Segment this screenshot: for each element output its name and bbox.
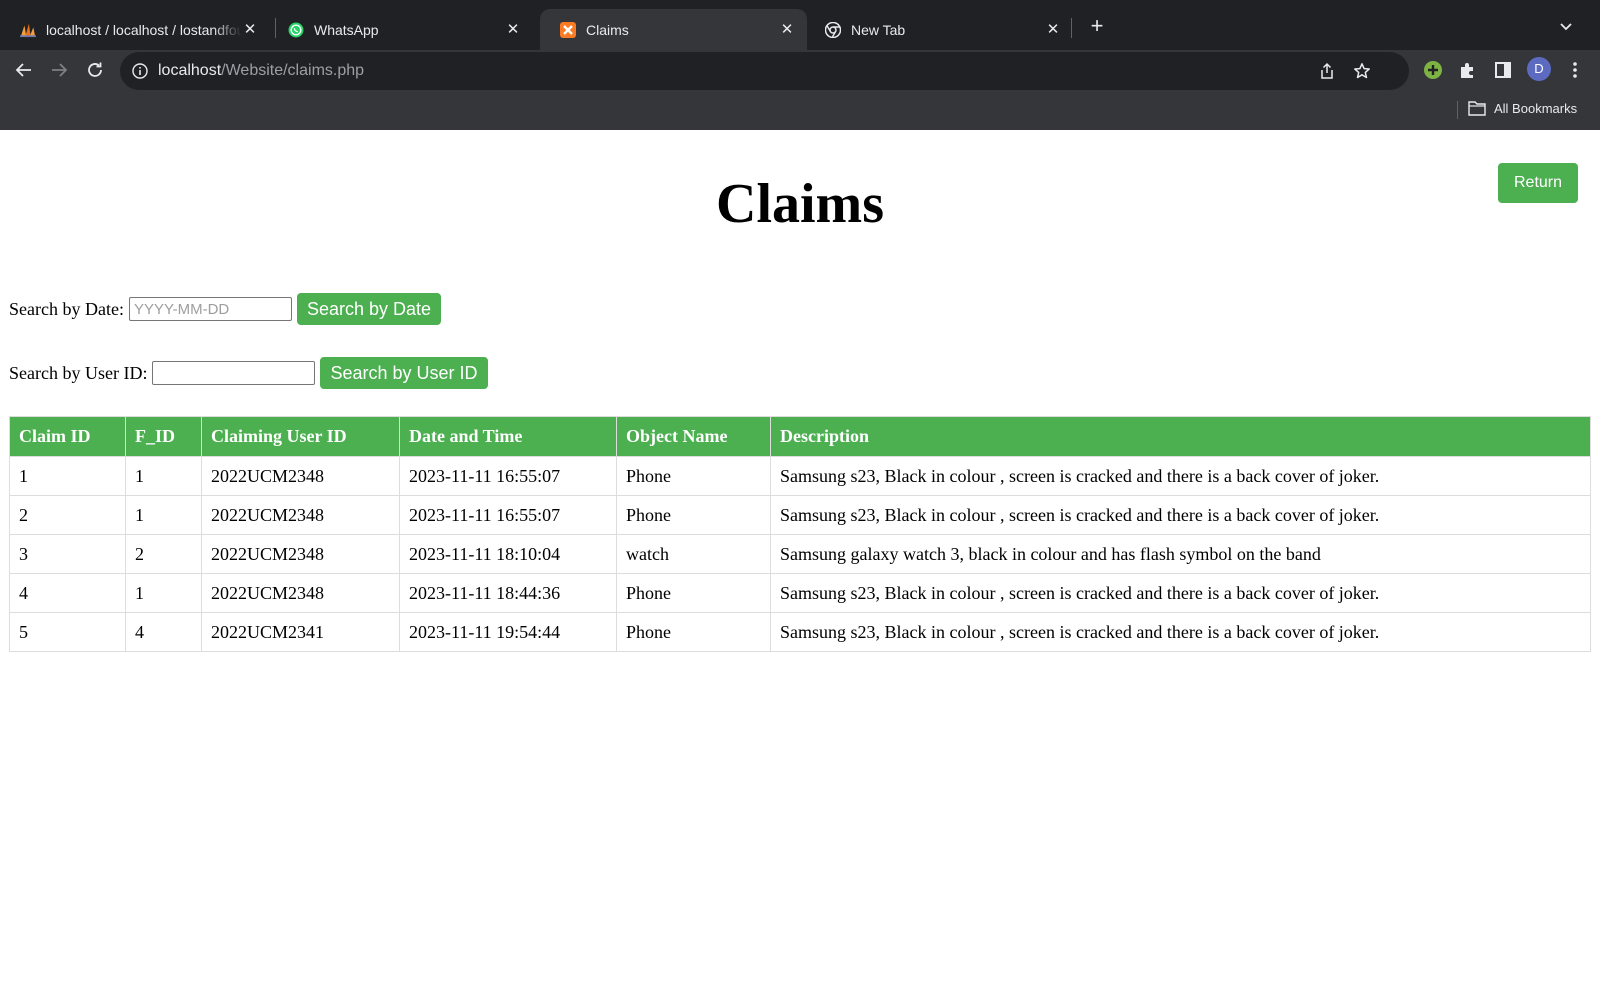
f-id-cell: 4 <box>125 612 202 652</box>
datetime-cell: 2023-11-11 16:55:07 <box>399 495 617 535</box>
bookmarks-bar: All Bookmarks <box>0 90 1600 130</box>
back-arrow-icon[interactable] <box>11 57 37 83</box>
claim-id-cell: 3 <box>9 534 126 574</box>
folder-icon <box>1468 101 1486 116</box>
address-bar[interactable]: localhost/Website/claims.php <box>120 52 1409 90</box>
side-panel-icon[interactable] <box>1493 60 1513 80</box>
bookmarks-separator <box>1457 101 1458 119</box>
close-tab-icon[interactable]: ✕ <box>242 21 258 38</box>
search-by-date-button[interactable]: Search by Date <box>296 293 442 325</box>
search-by-user-form: Search by User ID: Search by User ID <box>9 357 488 389</box>
claim-id-cell: 1 <box>9 456 126 496</box>
f-id-cell: 2 <box>125 534 202 574</box>
f-id-cell: 1 <box>125 495 202 535</box>
close-tab-icon[interactable]: ✕ <box>779 21 795 38</box>
url-text: localhost/Website/claims.php <box>158 62 364 80</box>
tab-new-tab[interactable]: New Tab ✕ <box>805 9 1073 50</box>
f-id-cell: 1 <box>125 456 202 496</box>
search-date-input[interactable] <box>128 297 292 321</box>
user-id-cell: 2022UCM2348 <box>201 534 400 574</box>
user-id-cell: 2022UCM2348 <box>201 495 400 535</box>
extension-green-icon[interactable] <box>1423 60 1443 80</box>
tab-separator <box>1071 18 1072 38</box>
bookmark-star-icon[interactable] <box>1353 62 1371 80</box>
xampp-icon <box>560 21 576 38</box>
description-cell: Samsung s23, Black in colour , screen is… <box>770 495 1591 535</box>
claims-table: Claim ID F_ID Claiming User ID Date and … <box>9 416 1591 652</box>
tab-title: WhatsApp <box>314 21 379 38</box>
object-name-cell: Phone <box>616 612 771 652</box>
column-header: F_ID <box>125 416 202 457</box>
claim-id-cell: 5 <box>9 612 126 652</box>
table-header-row: Claim ID F_ID Claiming User ID Date and … <box>9 416 1591 457</box>
claim-id-cell: 4 <box>9 573 126 613</box>
column-header: Description <box>770 416 1591 457</box>
search-by-user-id-button[interactable]: Search by User ID <box>320 357 488 389</box>
table-row: 5 4 2022UCM2341 2023-11-11 19:54:44 Phon… <box>9 612 1591 652</box>
page-content: Return Claims Search by Date: Search by … <box>0 130 1600 1000</box>
tab-whatsapp[interactable]: WhatsApp ✕ <box>268 9 533 50</box>
search-user-id-input[interactable] <box>152 361 316 385</box>
column-header: Object Name <box>616 416 771 457</box>
column-header: Date and Time <box>399 416 617 457</box>
column-header: Claim ID <box>9 416 126 457</box>
user-id-cell: 2022UCM2348 <box>201 456 400 496</box>
search-user-label: Search by User ID: <box>9 362 148 383</box>
description-cell: Samsung s23, Black in colour , screen is… <box>770 456 1591 496</box>
tab-phpmyadmin[interactable]: localhost / localhost / lostandfound ✕ <box>0 9 270 50</box>
all-bookmarks-button[interactable]: All Bookmarks <box>1468 100 1577 116</box>
browser-toolbar: localhost/Website/claims.php D <box>0 50 1600 90</box>
profile-avatar[interactable]: D <box>1527 57 1551 81</box>
datetime-cell: 2023-11-11 16:55:07 <box>399 456 617 496</box>
table-row: 3 2 2022UCM2348 2023-11-11 18:10:04 watc… <box>9 534 1591 574</box>
object-name-cell: watch <box>616 534 771 574</box>
page-title: Claims <box>716 173 884 235</box>
forward-arrow-icon[interactable] <box>46 57 72 83</box>
tab-search-chevron-icon[interactable] <box>1558 18 1574 34</box>
table-row: 2 1 2022UCM2348 2023-11-11 16:55:07 Phon… <box>9 495 1591 535</box>
user-id-cell: 2022UCM2341 <box>201 612 400 652</box>
search-date-label: Search by Date: <box>9 298 124 319</box>
object-name-cell: Phone <box>616 456 771 496</box>
table-row: 4 1 2022UCM2348 2023-11-11 18:44:36 Phon… <box>9 573 1591 613</box>
more-menu-icon[interactable] <box>1565 60 1585 80</box>
tab-title: Claims <box>586 21 629 38</box>
phpmyadmin-icon <box>20 22 36 38</box>
claim-id-cell: 2 <box>9 495 126 535</box>
reload-icon[interactable] <box>82 57 108 83</box>
description-cell: Samsung s23, Black in colour , screen is… <box>770 612 1591 652</box>
object-name-cell: Phone <box>616 573 771 613</box>
browser-tab-strip: localhost / localhost / lostandfound ✕ W… <box>0 0 1600 50</box>
description-cell: Samsung s23, Black in colour , screen is… <box>770 573 1591 613</box>
user-id-cell: 2022UCM2348 <box>201 573 400 613</box>
tab-title: New Tab <box>851 21 906 38</box>
chrome-icon <box>825 21 841 38</box>
all-bookmarks-label: All Bookmarks <box>1494 100 1578 116</box>
tab-claims[interactable]: Claims ✕ <box>540 9 807 50</box>
object-name-cell: Phone <box>616 495 771 535</box>
close-tab-icon[interactable]: ✕ <box>505 21 521 38</box>
url-path: /Website/claims.php <box>221 62 365 79</box>
site-info-icon[interactable] <box>132 63 148 79</box>
close-tab-icon[interactable]: ✕ <box>1045 21 1061 38</box>
new-tab-plus-icon[interactable]: + <box>1087 15 1107 37</box>
search-by-date-form: Search by Date: Search by Date <box>9 293 442 325</box>
column-header: Claiming User ID <box>201 416 400 457</box>
url-host: localhost <box>158 62 222 79</box>
description-cell: Samsung galaxy watch 3, black in colour … <box>770 534 1591 574</box>
tab-title: localhost / localhost / lostandfound <box>46 21 242 38</box>
datetime-cell: 2023-11-11 19:54:44 <box>399 612 617 652</box>
datetime-cell: 2023-11-11 18:44:36 <box>399 573 617 613</box>
table-row: 1 1 2022UCM2348 2023-11-11 16:55:07 Phon… <box>9 456 1591 496</box>
share-icon[interactable] <box>1318 62 1336 80</box>
extensions-puzzle-icon[interactable] <box>1458 60 1478 80</box>
datetime-cell: 2023-11-11 18:10:04 <box>399 534 617 574</box>
whatsapp-icon <box>288 22 304 38</box>
f-id-cell: 1 <box>125 573 202 613</box>
